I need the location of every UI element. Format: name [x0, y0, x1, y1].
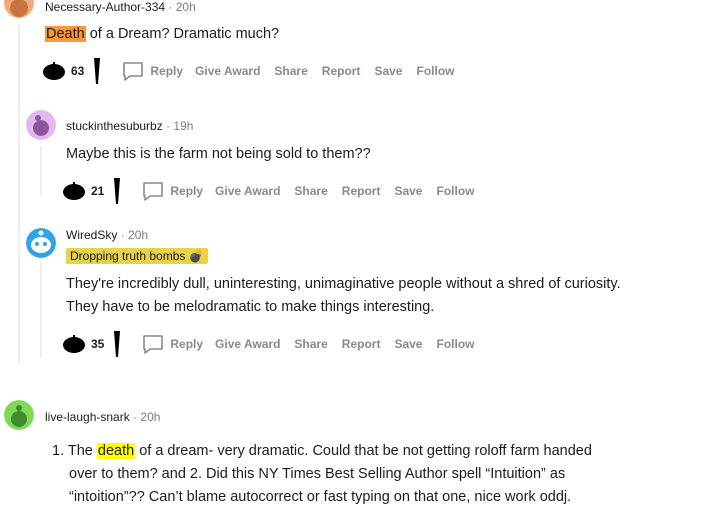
share-button[interactable]: Share: [294, 184, 327, 198]
speech-bubble-icon: [143, 182, 164, 201]
speech-bubble-icon: [143, 335, 164, 354]
author-name[interactable]: stuckinthesuburbz: [66, 119, 163, 133]
comment-body: They're incredibly dull, uninteresting, …: [66, 276, 621, 315]
comment-body: 1. The death of a dream- very dramatic. …: [52, 443, 592, 505]
give-award-button[interactable]: Give Award: [215, 337, 280, 351]
highlighted-word: death: [96, 443, 136, 459]
report-button[interactable]: Report: [322, 64, 361, 78]
give-award-button[interactable]: Give Award: [195, 64, 260, 78]
thread-line-reply[interactable]: [40, 146, 42, 196]
comment-meta: Necessary-Author-334 · 20h: [45, 0, 196, 14]
avatar[interactable]: [4, 0, 34, 18]
comment-meta: stuckinthesuburbz · 19h: [66, 119, 194, 133]
avatar[interactable]: [4, 400, 34, 430]
comment-meta: live-laugh-snark · 20h: [45, 410, 161, 424]
thread-line-reply-2[interactable]: [40, 262, 42, 357]
downvote-icon[interactable]: [114, 331, 121, 357]
follow-button[interactable]: Follow: [436, 184, 474, 198]
timestamp[interactable]: 20h: [140, 410, 160, 424]
downvote-icon[interactable]: [94, 58, 101, 84]
timestamp[interactable]: 19h: [173, 119, 193, 133]
follow-button[interactable]: Follow: [436, 337, 474, 351]
comment-meta: WiredSky · 20h: [66, 228, 149, 242]
vote-count: 21: [91, 184, 105, 198]
upvote-icon[interactable]: [62, 182, 86, 200]
avatar[interactable]: [26, 110, 56, 140]
snoo-avatar-icon: [4, 400, 34, 430]
comment-actions: 21 Reply Give Award Share Report Save Fo…: [62, 177, 488, 205]
save-button[interactable]: Save: [394, 184, 422, 198]
save-button[interactable]: Save: [394, 337, 422, 351]
save-button[interactable]: Save: [374, 64, 402, 78]
upvote-icon[interactable]: [62, 335, 86, 353]
comment-body: Death of a Dream? Dramatic much?: [45, 26, 280, 42]
snoo-avatar-icon: [4, 0, 34, 18]
author-name[interactable]: WiredSky: [66, 228, 117, 242]
reply-button[interactable]: Reply: [142, 334, 203, 354]
speech-bubble-icon: [123, 62, 144, 81]
timestamp[interactable]: 20h: [176, 0, 196, 14]
snoo-avatar-icon: [26, 228, 56, 258]
vote-count: 35: [91, 337, 105, 351]
give-award-button[interactable]: Give Award: [215, 184, 280, 198]
report-button[interactable]: Report: [342, 184, 381, 198]
author-name[interactable]: live-laugh-snark: [45, 410, 130, 424]
reply-button[interactable]: Reply: [122, 61, 183, 81]
vote-count: 63: [71, 64, 85, 78]
report-button[interactable]: Report: [342, 337, 381, 351]
snoo-avatar-icon: [26, 110, 56, 140]
downvote-icon[interactable]: [114, 178, 121, 204]
comment-actions: 35 Reply Give Award Share Report Save Fo…: [62, 330, 488, 358]
comment-body: Maybe this is the farm not being sold to…: [66, 146, 371, 162]
timestamp[interactable]: 20h: [128, 228, 148, 242]
highlighted-word: Death: [45, 26, 86, 42]
share-button[interactable]: Share: [274, 64, 307, 78]
reply-button[interactable]: Reply: [142, 181, 203, 201]
author-name[interactable]: Necessary-Author-334: [45, 0, 165, 14]
bomb-emoji-icon: 💣: [188, 249, 204, 263]
avatar[interactable]: [26, 228, 56, 258]
share-button[interactable]: Share: [294, 337, 327, 351]
thread-line-root[interactable]: [18, 24, 20, 364]
user-flair: Dropping truth bombs 💣: [66, 248, 208, 264]
upvote-icon[interactable]: [42, 62, 66, 80]
comment-actions: 63 Reply Give Award Share Report Save Fo…: [42, 57, 468, 85]
follow-button[interactable]: Follow: [416, 64, 454, 78]
